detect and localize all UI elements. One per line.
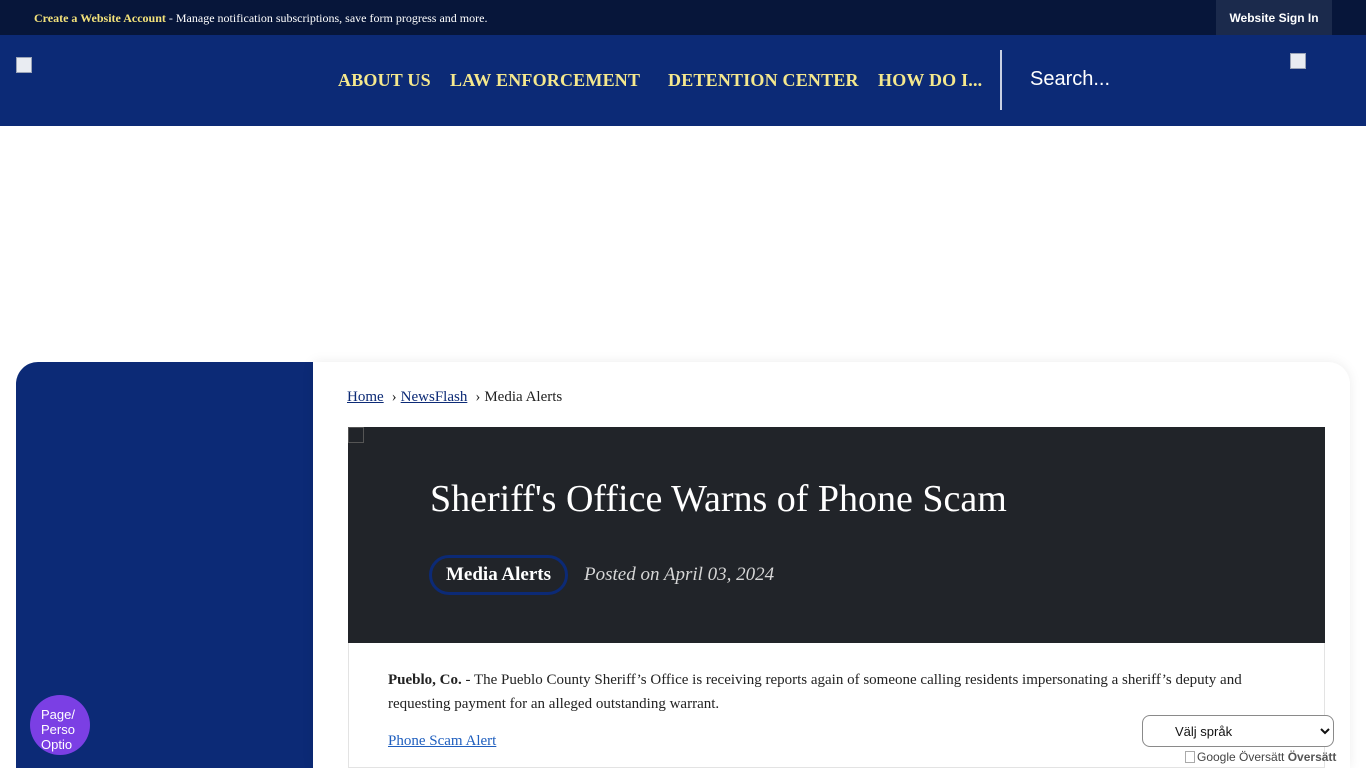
lead-location: Pueblo, Co.: [388, 672, 462, 688]
create-account-link[interactable]: Create a Website Account: [34, 11, 166, 25]
breadcrumb-separator-icon: ›: [475, 389, 481, 405]
category-badge[interactable]: Media Alerts: [429, 555, 569, 595]
google-logo-broken-icon: [1185, 751, 1195, 763]
site-logo-broken-image[interactable]: [16, 57, 32, 73]
breadcrumb: Home › NewsFlash › Media Alerts: [347, 389, 562, 406]
nav-how-do-i[interactable]: HOW DO I...: [878, 70, 982, 91]
account-message: Create a Website Account - Manage notifi…: [34, 11, 487, 26]
breadcrumb-newsflash[interactable]: NewsFlash: [401, 389, 468, 405]
article-title: Sheriff's Office Warns of Phone Scam: [430, 478, 1007, 520]
nav-about-us[interactable]: ABOUT US: [338, 70, 431, 91]
breadcrumb-home[interactable]: Home: [347, 389, 384, 405]
search-button-broken-image[interactable]: [1290, 53, 1306, 69]
article-hero: Sheriff's Office Warns of Phone Scam Med…: [348, 427, 1325, 643]
search-input[interactable]: Search...: [1030, 68, 1110, 91]
top-bar: Create a Website Account - Manage notifi…: [0, 0, 1366, 35]
page-options-alt-line: Page/: [41, 707, 75, 722]
google-translate-alt: Google Översätt: [1197, 750, 1285, 764]
nav-divider: [1000, 50, 1002, 110]
nav-law-enforcement[interactable]: LAW ENFORCEMENT: [450, 70, 640, 91]
page-options-alt-line: Perso: [41, 722, 75, 737]
account-message-text: - Manage notification subscriptions, sav…: [165, 11, 488, 25]
posted-date: Posted on April 03, 2024: [584, 564, 775, 585]
page-options-button[interactable]: Page/ Perso Optio: [30, 695, 90, 755]
hero-broken-image: [348, 427, 364, 443]
lead-text: - The Pueblo County Sheriff’s Office is …: [388, 672, 1242, 712]
breadcrumb-current: Media Alerts: [484, 389, 563, 405]
site-header: ABOUT US LAW ENFORCEMENT DETENTION CENTE…: [0, 35, 1366, 126]
sign-in-button[interactable]: Website Sign In: [1216, 0, 1332, 35]
google-translate-branding: Google Översätt Översätt: [1185, 750, 1336, 764]
language-select[interactable]: Välj språk: [1142, 715, 1334, 747]
translate-word[interactable]: Översätt: [1288, 750, 1337, 764]
article-lead-paragraph: Pueblo, Co. - The Pueblo County Sheriff’…: [388, 668, 1288, 716]
phone-scam-alert-link[interactable]: Phone Scam Alert: [388, 733, 496, 750]
nav-detention-center[interactable]: DETENTION CENTER: [668, 70, 859, 91]
breadcrumb-separator-icon: ›: [391, 389, 397, 405]
